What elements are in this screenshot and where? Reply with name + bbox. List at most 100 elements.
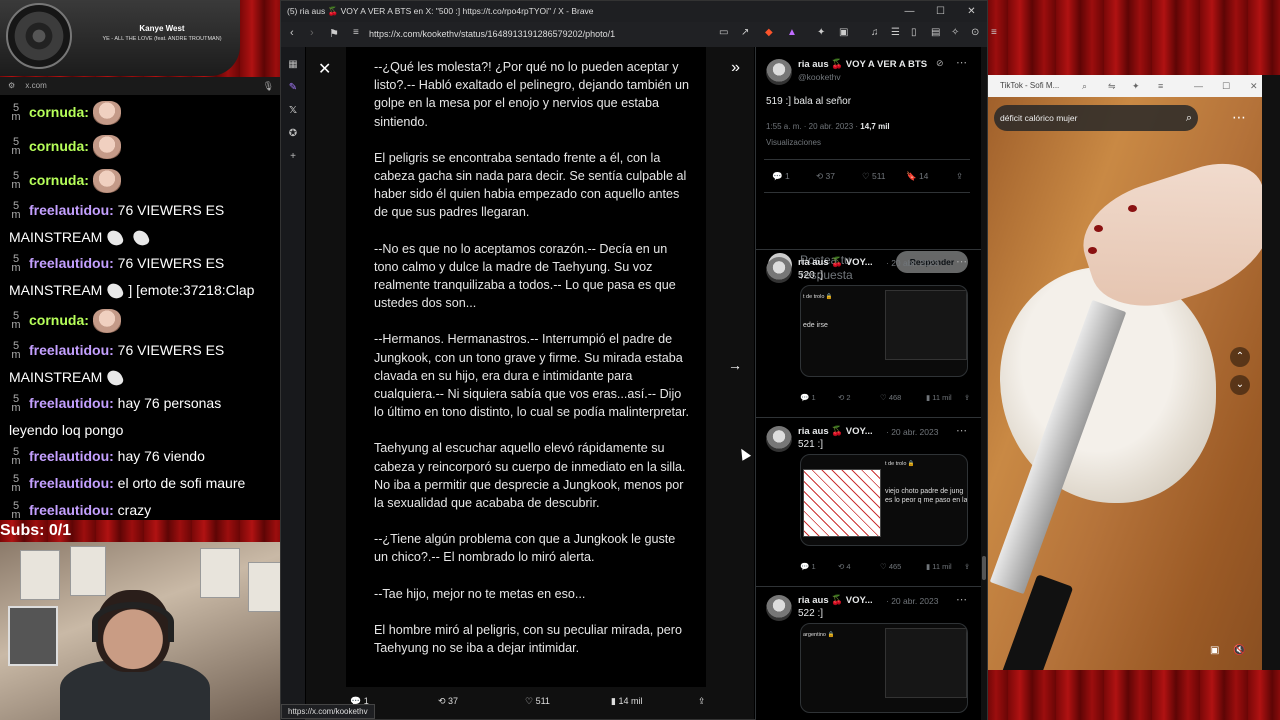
lightbox-share-button[interactable]: ⇪	[698, 696, 706, 707]
forward-icon[interactable]: ›	[310, 27, 314, 39]
like-button[interactable]: ♡ 468	[880, 393, 901, 402]
lightbox-views-button[interactable]: ▮ 14 mil	[611, 696, 642, 707]
minimize-icon[interactable]: —	[894, 1, 925, 22]
chat-username[interactable]: cornuda:	[29, 172, 89, 188]
bookmark-button[interactable]: 🔖 14	[906, 171, 928, 182]
search-icon[interactable]: ⌕	[1082, 75, 1087, 97]
mute-icon[interactable]: 🔇	[1233, 645, 1245, 656]
extensions-icon[interactable]: ✦	[817, 27, 825, 38]
miniplayer-icon[interactable]: ▣	[1210, 645, 1219, 656]
sidebar-panel-icon[interactable]: ▦	[281, 59, 305, 70]
minimize-icon[interactable]: —	[1194, 75, 1203, 97]
scrollbar[interactable]	[981, 47, 987, 720]
previous-video-button[interactable]: ⌃	[1230, 347, 1250, 367]
mic-icon[interactable]: 🎙	[263, 77, 274, 95]
reply-button[interactable]: 💬 1	[772, 171, 790, 182]
reply-date[interactable]: · 20 abr. 2023	[886, 596, 938, 606]
chat-username[interactable]: cornuda:	[29, 104, 89, 120]
avatar[interactable]	[766, 257, 792, 283]
more-options-icon[interactable]: ⋯	[1232, 109, 1246, 126]
tiktok-video[interactable]: ⌃ ⌄ ▣ 🔇	[988, 97, 1262, 670]
share-button[interactable]: ⇪	[964, 562, 970, 571]
close-icon[interactable]: ✕	[1250, 75, 1258, 97]
sidebar-toggle-icon[interactable]: ▯	[911, 27, 917, 38]
vpn-icon[interactable]: ⊙	[971, 27, 979, 38]
like-button[interactable]: ♡ 511	[862, 171, 886, 182]
chat-username[interactable]: freelautidou:	[29, 202, 114, 218]
maximize-icon[interactable]: ☐	[925, 1, 956, 22]
music-icon[interactable]: ♫	[871, 27, 879, 38]
tab-icon[interactable]: ▣	[839, 27, 848, 38]
close-icon[interactable]: ✕	[956, 1, 987, 22]
brave-shields-icon[interactable]: ◆	[765, 27, 773, 38]
like-button[interactable]: ♡ 465	[880, 562, 901, 571]
more-options-icon[interactable]: ⋯	[956, 56, 967, 69]
chat-username[interactable]: cornuda:	[29, 312, 89, 328]
avatar[interactable]	[766, 595, 792, 621]
scrollbar-thumb[interactable]	[982, 556, 986, 580]
tiktok-search-input[interactable]: déficit calórico mujer ⌕	[994, 105, 1198, 131]
search-icon[interactable]: ⌕	[1186, 105, 1192, 131]
view-button[interactable]: ▮ 11 mil	[926, 562, 952, 571]
brave-rewards-icon[interactable]: ▲	[787, 27, 797, 38]
translate-icon[interactable]: ⇋	[1108, 75, 1116, 97]
maximize-icon[interactable]: ☐	[1222, 75, 1230, 97]
x-icon[interactable]: 𝕏	[281, 105, 305, 116]
avatar[interactable]	[766, 59, 792, 85]
avatar[interactable]	[766, 426, 792, 452]
site-settings-icon[interactable]: ≡	[353, 27, 359, 38]
settings-icon[interactable]: ⚙	[8, 81, 15, 90]
chat-username[interactable]: freelautidou:	[29, 475, 114, 491]
reply-date[interactable]: · 20 abr. 2023	[886, 258, 938, 268]
reply-image[interactable]: t de trolo 🔒 ede irse	[800, 285, 968, 377]
cast-icon[interactable]: ▭	[719, 27, 728, 38]
lightbox-like-button[interactable]: ♡ 511	[525, 696, 550, 707]
reply-author-name[interactable]: ria aus 🍒 VOY...	[798, 595, 873, 606]
tweet-time[interactable]: 1:55 a. m. · 20 abr. 2023 ·	[766, 122, 858, 131]
url-input[interactable]: https://x.com/kookethv/status/1648913191…	[369, 25, 709, 44]
next-video-button[interactable]: ⌄	[1230, 375, 1250, 395]
back-icon[interactable]: ‹	[290, 27, 294, 39]
reply-date[interactable]: · 20 abr. 2023	[886, 427, 938, 437]
chat-username[interactable]: cornuda:	[29, 138, 89, 154]
bookmark-icon[interactable]: ⚑	[329, 27, 339, 40]
add-panel-icon[interactable]: +	[281, 151, 305, 162]
more-options-icon[interactable]: ⋯	[956, 255, 967, 268]
tweet-author-handle[interactable]: @kookethv	[798, 72, 841, 82]
reading-list-icon[interactable]: ☰	[891, 27, 900, 38]
tweet-author-name[interactable]: ria aus 🍒 VOY A VER A BTS	[798, 59, 927, 70]
extensions-icon[interactable]: ✦	[1132, 75, 1140, 97]
menu-icon[interactable]: ≡	[1158, 75, 1163, 97]
repost-button[interactable]: ⟲ 37	[816, 171, 835, 182]
reply-button[interactable]: 💬 1	[800, 393, 816, 402]
repost-button[interactable]: ⟲ 4	[838, 562, 851, 571]
share-button[interactable]: ⇪	[956, 171, 963, 182]
leo-icon[interactable]: ✧	[951, 27, 959, 38]
tweetdeck-icon[interactable]: ✪	[281, 128, 305, 139]
chat-username[interactable]: freelautidou:	[29, 342, 114, 358]
chat-username[interactable]: freelautidou:	[29, 502, 114, 518]
expand-panel-icon[interactable]: »	[731, 59, 740, 77]
lightbox-repost-button[interactable]: ⟲ 37	[438, 696, 458, 707]
close-lightbox-icon[interactable]: ✕	[318, 59, 331, 79]
reply-image[interactable]: argentino 🔒mira si t voy a seguir da	[800, 623, 968, 713]
chat-username[interactable]: freelautidou:	[29, 395, 114, 411]
reply-author-name[interactable]: ria aus 🍒 VOY...	[798, 257, 873, 268]
share-icon[interactable]: ↗	[741, 27, 749, 38]
share-button[interactable]: ⇪	[964, 393, 970, 402]
more-options-icon[interactable]: ⋯	[956, 593, 967, 606]
chat-timestamp: 5 m	[11, 340, 21, 362]
wallet-icon[interactable]: ▤	[931, 27, 940, 38]
reply-image[interactable]: t de trolo 🔒 viejo choto padre de jung es…	[800, 454, 968, 546]
leo-ai-icon[interactable]: ✎	[281, 82, 305, 93]
grok-icon[interactable]: ⊘	[936, 58, 944, 69]
next-photo-icon[interactable]: →	[728, 357, 742, 373]
chat-username[interactable]: freelautidou:	[29, 448, 114, 464]
chat-username[interactable]: freelautidou:	[29, 255, 114, 271]
menu-icon[interactable]: ≡	[991, 27, 997, 38]
more-options-icon[interactable]: ⋯	[956, 424, 967, 437]
reply-author-name[interactable]: ria aus 🍒 VOY...	[798, 426, 873, 437]
view-button[interactable]: ▮ 11 mil	[926, 393, 952, 402]
repost-button[interactable]: ⟲ 2	[838, 393, 851, 402]
reply-button[interactable]: 💬 1	[800, 562, 816, 571]
